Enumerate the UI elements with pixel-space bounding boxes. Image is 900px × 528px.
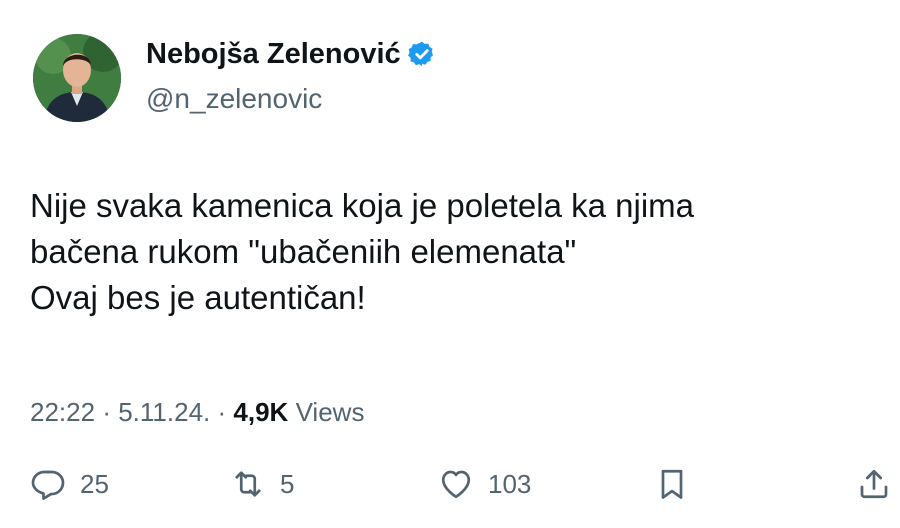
bookmark-icon	[661, 469, 683, 499]
avatar[interactable]	[33, 34, 121, 122]
tweet-meta: 22:22 · 5.11.24. · 4,9K Views	[30, 392, 364, 432]
views-count: 4,9K	[233, 397, 289, 427]
bookmark-button[interactable]	[654, 460, 690, 508]
views-label: Views	[295, 397, 365, 427]
tweet-text-line: Nije svaka kamenica koja je poletela ka …	[30, 187, 694, 224]
share-button[interactable]	[856, 460, 892, 508]
meta-separator: ·	[102, 397, 111, 427]
reply-button[interactable]: 25	[30, 460, 109, 508]
meta-separator: ·	[217, 397, 227, 427]
retweet-button[interactable]: 5	[230, 460, 294, 508]
display-name-text[interactable]: Nebojša Zelenović	[146, 36, 401, 72]
like-button[interactable]: 103	[438, 460, 531, 508]
share-icon	[860, 469, 888, 499]
author-handle[interactable]: @n_zelenovic	[146, 82, 322, 116]
avatar-photo	[33, 34, 121, 122]
tweet-text-line: bačena rukom "ubačeniih elemenata"	[30, 233, 577, 270]
action-bar: 25 5 103	[0, 460, 900, 508]
verified-badge-icon	[407, 40, 436, 68]
heart-icon	[441, 470, 471, 499]
retweet-count: 5	[280, 468, 295, 499]
tweet-time[interactable]: 22:22	[30, 397, 95, 427]
retweet-icon	[235, 471, 261, 497]
reply-icon	[31, 470, 65, 500]
tweet-date[interactable]: 5.11.24.	[118, 397, 210, 427]
tweet-card: Nebojša Zelenović @n_zelenovic Nije svak…	[0, 0, 900, 528]
author-display-name[interactable]: Nebojša Zelenović	[146, 36, 436, 72]
like-count: 103	[488, 468, 532, 499]
tweet-text-line: Ovaj bes je autentičan!	[30, 279, 366, 316]
tweet-text: Nije svaka kamenica koja je poletela ka …	[30, 183, 870, 321]
reply-count: 25	[80, 468, 109, 499]
